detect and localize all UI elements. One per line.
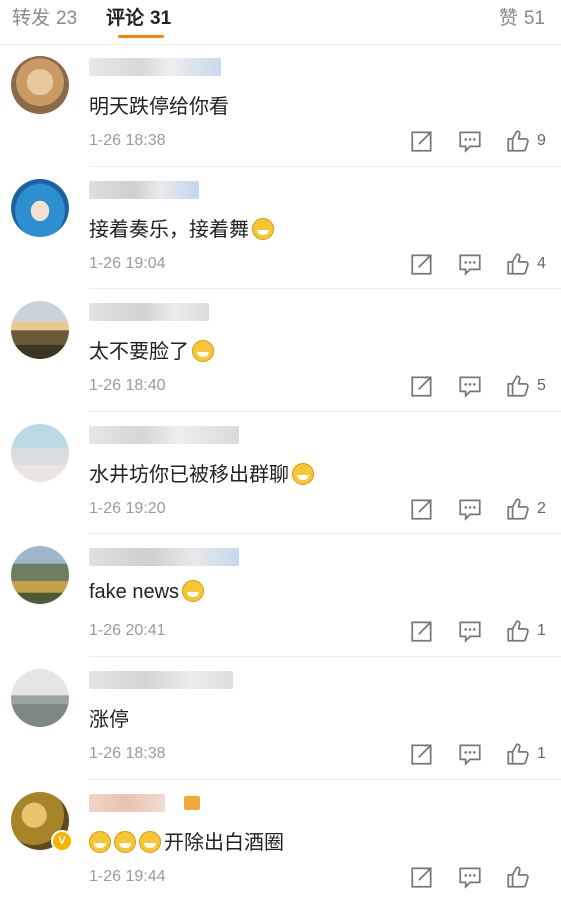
reply-icon[interactable] (457, 741, 483, 767)
comment-item: fake news 1-26 20:41 1 (0, 534, 561, 657)
avatar[interactable] (11, 56, 69, 114)
comment-time: 1-26 19:04 (89, 254, 166, 272)
thumbs-up-icon[interactable] (505, 864, 531, 890)
tab-comments-count: 31 (150, 8, 172, 29)
reply-icon[interactable] (457, 864, 483, 890)
repost-icon[interactable] (409, 251, 435, 277)
username-blurred[interactable] (89, 548, 239, 567)
thumbs-up-icon[interactable] (505, 618, 531, 644)
comment-actions: 9 (387, 128, 547, 154)
comment-actions (387, 864, 547, 890)
repost-icon[interactable] (409, 496, 435, 522)
comment-item: 水井坊你已被移出群聊 1-26 19:20 2 (0, 412, 561, 535)
comment-item: 明天跌停给你看 1-26 18:38 9 (0, 44, 561, 167)
comment-item: V 开除出白酒圈 1-26 19:44 (0, 780, 561, 902)
thumbs-up-icon[interactable] (505, 128, 531, 154)
comment-item: 太不要脸了 1-26 18:40 5 (0, 289, 561, 412)
repost-icon[interactable] (409, 373, 435, 399)
reply-icon[interactable] (457, 128, 483, 154)
tab-comments-label: 评论 (106, 8, 145, 29)
comment-time: 1-26 19:44 (89, 867, 166, 885)
laugh-cry-emoji-icon (182, 580, 205, 603)
comment-list: 明天跌停给你看 1-26 18:38 9 接着奏乐，接着舞 1-26 19:04… (0, 44, 561, 902)
comment-text: 涨停 (89, 703, 129, 732)
comment-text-content: 涨停 (89, 708, 129, 731)
comment-actions: 4 (387, 251, 547, 277)
repost-icon[interactable] (409, 618, 435, 644)
username-blurred[interactable] (89, 58, 221, 76)
thumbs-up-icon[interactable] (505, 373, 531, 399)
verified-badge-icon: V (51, 829, 73, 852)
like-count: 2 (537, 499, 546, 517)
like-count: 1 (537, 744, 546, 762)
reply-icon[interactable] (457, 618, 483, 644)
tab-likes-label: 赞 (498, 8, 518, 29)
reply-icon[interactable] (457, 496, 483, 522)
comment-item: 接着奏乐，接着舞 1-26 19:04 4 (0, 167, 561, 290)
avatar[interactable] (11, 546, 69, 605)
reply-icon[interactable] (457, 373, 483, 399)
thumbs-up-icon[interactable] (505, 741, 531, 767)
comment-text-content: 明天跌停给你看 (89, 96, 229, 118)
vip-crown-icon (184, 795, 200, 810)
comment-text-content: 接着奏乐，接着舞 (89, 218, 249, 241)
comment-time: 1-26 18:40 (89, 377, 166, 395)
repost-icon[interactable] (409, 128, 435, 154)
active-tab-indicator (118, 35, 164, 38)
comment-time: 1-26 18:38 (89, 132, 166, 149)
repost-icon[interactable] (409, 864, 435, 890)
comment-text-content: 太不要脸了 (89, 341, 189, 364)
comment-text: 太不要脸了 (89, 335, 214, 364)
thumbs-up-icon[interactable] (505, 251, 531, 277)
like-count: 9 (537, 132, 546, 149)
like-count: 5 (537, 377, 546, 395)
comment-text: 水井坊你已被移出群聊 (89, 458, 314, 487)
tab-likes[interactable]: 赞 51 (499, 3, 545, 30)
tab-reposts-label: 转发 (12, 8, 51, 29)
username-blurred[interactable] (89, 303, 209, 322)
pleading-emoji-icon (114, 830, 136, 853)
comment-actions: 5 (387, 373, 547, 399)
comment-text-content: fake news (89, 581, 180, 604)
pleading-emoji-icon (139, 830, 161, 853)
comment-actions: 1 (387, 618, 547, 644)
comment-time: 1-26 18:38 (89, 744, 166, 762)
repost-icon[interactable] (409, 741, 435, 767)
username-blurred[interactable] (89, 425, 239, 444)
like-count: 4 (537, 254, 546, 272)
tab-reposts-count: 23 (56, 8, 78, 29)
avatar[interactable] (11, 423, 69, 482)
laugh-cry-emoji-icon (292, 462, 314, 485)
comment-text: 开除出白酒圈 (89, 826, 284, 855)
username-blurred[interactable] (89, 180, 199, 199)
thumbs-up-icon[interactable] (505, 496, 531, 522)
tab-bar: 转发 23 评论 31 赞 51 (0, 0, 561, 45)
pleading-emoji-icon (89, 830, 111, 853)
comment-time: 1-26 20:41 (89, 622, 166, 640)
comment-time: 1-26 19:20 (89, 499, 166, 517)
username-blurred[interactable] (89, 670, 233, 689)
avatar[interactable] (11, 668, 69, 727)
laugh-cry-emoji-icon (192, 340, 214, 363)
avatar[interactable] (11, 301, 69, 360)
avatar[interactable] (11, 178, 69, 237)
comment-item: 涨停 1-26 18:38 1 (0, 657, 561, 780)
comment-text: 明天跌停给你看 (89, 90, 229, 119)
username-blurred[interactable] (89, 793, 165, 812)
comment-text-content: 水井坊你已被移出群聊 (89, 463, 289, 486)
tab-comments[interactable]: 评论 31 (106, 3, 171, 30)
comment-text: 接着奏乐，接着舞 (89, 213, 274, 242)
comment-actions: 2 (387, 496, 547, 522)
reply-icon[interactable] (457, 251, 483, 277)
comment-actions: 1 (387, 741, 547, 767)
tab-likes-count: 51 (523, 8, 545, 29)
comment-text-content: 开除出白酒圈 (164, 831, 284, 854)
grin-emoji-icon (252, 217, 274, 240)
comment-text: fake news (89, 580, 205, 604)
like-count: 1 (537, 622, 546, 640)
tab-reposts[interactable]: 转发 23 (12, 3, 77, 30)
